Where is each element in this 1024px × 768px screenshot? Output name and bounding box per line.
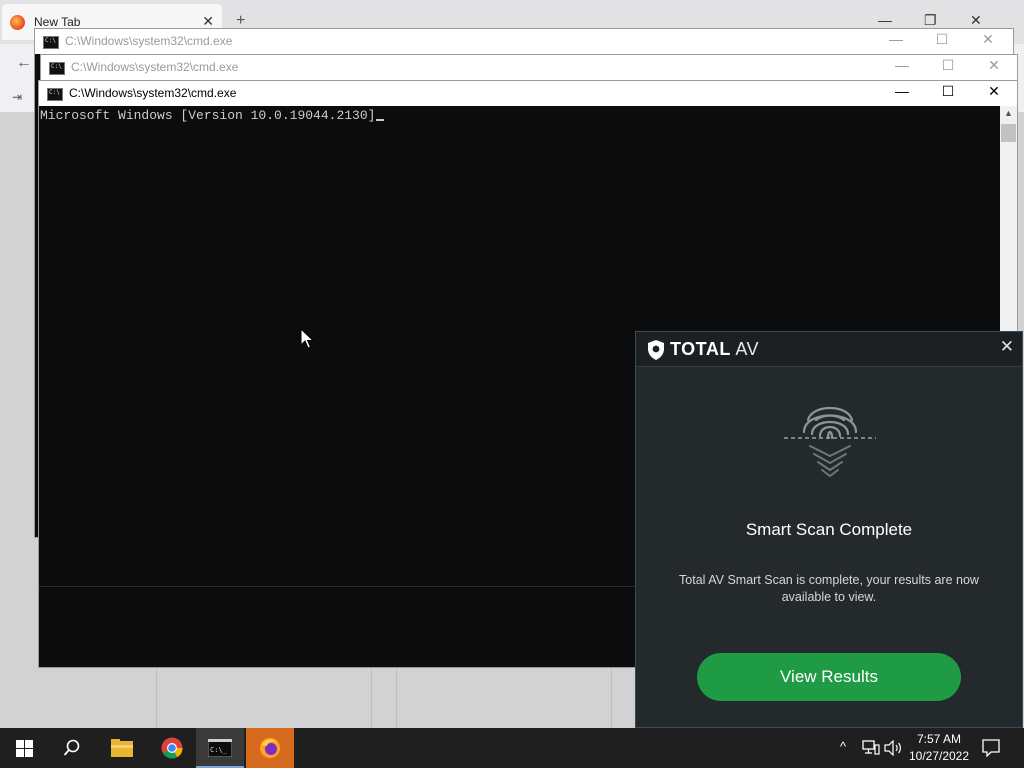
totalav-header: TOTAL AV ✕	[636, 332, 1022, 367]
scan-complete-message: Total AV Smart Scan is complete, your re…	[679, 573, 979, 604]
maximize-button[interactable]: ☐	[932, 31, 952, 48]
firefox-minimize-button[interactable]: —	[878, 12, 892, 28]
divider	[371, 666, 372, 728]
cmd-titlebar[interactable]: C:\Windows\system32\cmd.exe — ☐ ✕	[35, 29, 1013, 53]
scroll-thumb[interactable]	[1001, 124, 1016, 142]
divider	[156, 666, 157, 728]
close-button[interactable]: ✕	[984, 83, 1004, 100]
brand-bold: TOTAL	[670, 339, 731, 359]
close-button[interactable]: ✕	[984, 57, 1004, 74]
totalav-logo-text: TOTAL AV	[670, 339, 759, 360]
minimize-button[interactable]: —	[892, 57, 912, 73]
minimize-button[interactable]: —	[886, 31, 906, 47]
volume-icon[interactable]	[884, 740, 902, 756]
cmd-window-title: C:\Windows\system32\cmd.exe	[65, 34, 233, 48]
firefox-close-button[interactable]: ✕	[970, 12, 982, 29]
cmd-app-icon	[43, 36, 59, 49]
view-results-button[interactable]: View Results	[697, 653, 961, 701]
maximize-button[interactable]: ☐	[938, 57, 958, 74]
scroll-up-arrow-icon[interactable]: ▲	[1004, 108, 1013, 118]
notification-center-icon[interactable]	[982, 739, 1000, 757]
taskbar-file-explorer[interactable]	[98, 728, 146, 768]
windows-start-icon	[16, 740, 33, 757]
chrome-icon	[161, 737, 183, 759]
clock-date: 10/27/2022	[908, 749, 970, 763]
brand-light: AV	[735, 339, 760, 359]
scan-complete-heading: Smart Scan Complete	[745, 520, 913, 539]
tray-chevron-icon[interactable]: ^	[840, 739, 846, 754]
close-icon[interactable]: ✕	[1000, 337, 1014, 357]
svg-text:C:\_: C:\_	[210, 746, 228, 754]
cmd-app-icon	[49, 62, 65, 75]
firefox-icon	[260, 738, 280, 758]
cmd-titlebar[interactable]: C:\Windows\system32\cmd.exe — ☐ ✕	[39, 81, 1017, 105]
file-explorer-icon	[111, 739, 133, 757]
firefox-restore-button[interactable]: ❐	[924, 12, 937, 29]
shield-icon	[648, 340, 664, 360]
search-icon	[63, 739, 80, 756]
firefox-icon	[10, 15, 25, 30]
text-cursor	[376, 119, 385, 121]
clock-time: 7:57 AM	[916, 732, 962, 746]
mouse-pointer-icon	[300, 328, 314, 349]
cmd-app-icon	[47, 88, 63, 101]
divider	[396, 666, 397, 728]
fingerprint-icon	[784, 407, 876, 478]
taskbar-cmd[interactable]: C:\_	[196, 728, 244, 768]
maximize-button[interactable]: ☐	[938, 83, 958, 100]
cmd-icon: C:\_	[208, 739, 232, 757]
taskbar-search-button[interactable]	[48, 728, 96, 768]
network-icon[interactable]	[862, 740, 880, 756]
cmd-titlebar[interactable]: C:\Windows\system32\cmd.exe — ☐ ✕	[41, 55, 1017, 79]
console-output: Microsoft Windows [Version 10.0.19044.21…	[40, 108, 385, 123]
tab-title: New Tab	[34, 15, 81, 29]
back-arrow-icon[interactable]: ←	[16, 54, 32, 72]
taskbar: C:\_ ^ 7:57 AM 10/27/2022	[0, 728, 1024, 768]
sign-in-icon[interactable]: ⇥	[12, 90, 22, 104]
taskbar-firefox[interactable]	[246, 728, 294, 768]
cmd-window-title: C:\Windows\system32\cmd.exe	[69, 86, 237, 100]
totalav-notification: TOTAL AV ✕ Smart Scan Complete Total AV …	[635, 331, 1023, 728]
cmd-window-title: C:\Windows\system32\cmd.exe	[71, 60, 239, 74]
console-version-line: Microsoft Windows [Version 10.0.19044.21…	[40, 108, 376, 123]
divider	[611, 666, 612, 728]
taskbar-chrome[interactable]	[148, 728, 196, 768]
close-button[interactable]: ✕	[978, 31, 998, 48]
taskbar-clock[interactable]: 7:57 AM 10/27/2022	[903, 731, 975, 765]
start-button[interactable]	[0, 728, 48, 768]
minimize-button[interactable]: —	[892, 83, 912, 99]
